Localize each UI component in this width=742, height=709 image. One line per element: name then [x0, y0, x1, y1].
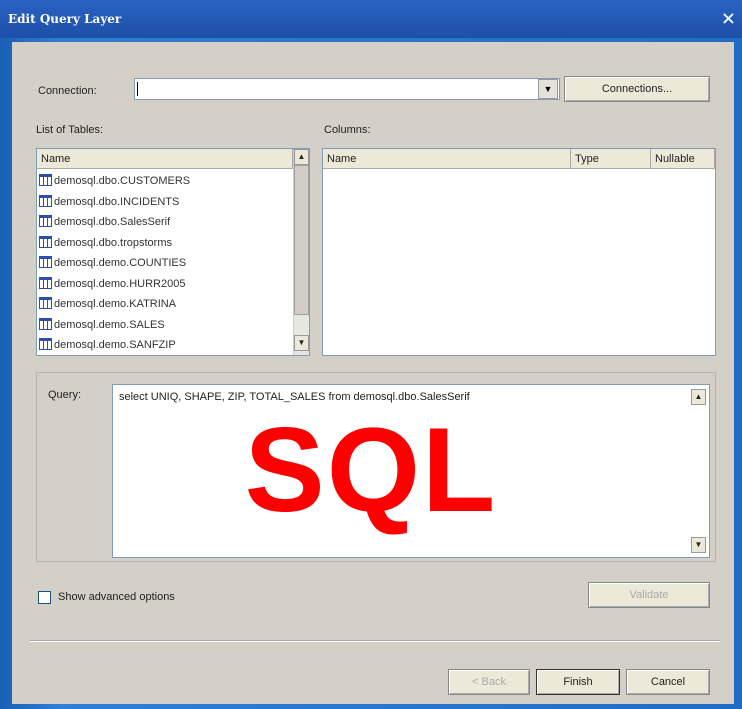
table-name: demosql.demo.HURR2005: [54, 277, 186, 290]
table-icon: [39, 297, 52, 309]
table-name: demosql.demo.SALES: [54, 318, 165, 331]
query-text: select UNIQ, SHAPE, ZIP, TOTAL_SALES fro…: [119, 391, 470, 403]
connections-button[interactable]: Connections...: [564, 76, 710, 102]
table-icon: [39, 338, 52, 350]
query-scroll-down-icon[interactable]: ▼: [691, 537, 706, 553]
query-scroll-up-icon[interactable]: ▲: [691, 389, 706, 405]
columns-name-header[interactable]: Name: [323, 149, 571, 169]
tables-scrollbar[interactable]: ▲ ▼: [293, 149, 309, 355]
table-list-item[interactable]: demosql.demo.COUNTIES: [39, 253, 186, 273]
table-list-item[interactable]: demosql.demo.KATRINA: [39, 294, 176, 314]
back-button[interactable]: < Back: [448, 669, 530, 695]
columns-type-header[interactable]: Type: [571, 149, 651, 169]
table-icon: [39, 276, 52, 289]
table-list-item[interactable]: demosql.demo.SALES: [39, 315, 165, 335]
tables-label: List of Tables:: [36, 124, 104, 136]
table-icon: [39, 194, 52, 207]
query-label: Query:: [48, 389, 82, 401]
table-list-item[interactable]: demosql.demo.SANFZIP: [39, 335, 176, 355]
table-name: demosql.demo.KATRINA: [54, 298, 177, 310]
columns-nullable-header[interactable]: Nullable: [651, 149, 715, 169]
footer-separator: [30, 640, 720, 642]
tables-name-header[interactable]: Name: [37, 149, 293, 169]
table-icon: [39, 256, 52, 268]
columns-label: Columns:: [324, 124, 371, 136]
sql-overlay-text: SQL: [244, 403, 498, 537]
table-name: demosql.demo.COUNTIES: [54, 257, 187, 269]
table-icon: [39, 317, 52, 330]
tables-list[interactable]: Name demosql.dbo.CUSTOMERS demosql.dbo.IN…: [36, 148, 310, 356]
table-name: demosql.dbo.SalesSerif: [54, 216, 171, 228]
table-name: demosql.dbo.tropstorms: [54, 236, 172, 249]
close-icon[interactable]: ×: [721, 8, 736, 29]
dialog-body: Connection: ▼ Connections... List of Tab…: [12, 42, 734, 704]
table-name: demosql.demo.SANFZIP: [54, 339, 176, 351]
validate-button[interactable]: Validate: [588, 582, 710, 608]
table-list-item[interactable]: demosql.dbo.SalesSerif: [39, 212, 170, 232]
connection-label: Connection:: [38, 85, 97, 97]
scroll-down-icon[interactable]: ▼: [294, 335, 309, 351]
window-title: Edit Query Layer: [8, 12, 122, 26]
text-caret: [137, 82, 138, 96]
finish-button[interactable]: Finish: [536, 669, 620, 695]
table-icon: [39, 215, 52, 227]
table-list-item[interactable]: demosql.dbo.CUSTOMERS: [39, 171, 190, 191]
advanced-options-checkbox[interactable]: [38, 591, 51, 604]
chevron-down-icon[interactable]: ▼: [538, 79, 558, 99]
table-icon: [39, 174, 52, 186]
scroll-thumb[interactable]: [294, 165, 309, 315]
cancel-button[interactable]: Cancel: [626, 669, 710, 695]
scroll-up-icon[interactable]: ▲: [294, 149, 309, 165]
table-list-item[interactable]: demosql.dbo.tropstorms: [39, 233, 172, 253]
columns-list[interactable]: Name Type Nullable: [322, 148, 716, 356]
title-bar: Edit Query Layer ×: [0, 0, 742, 38]
advanced-options-label: Show advanced options: [58, 591, 175, 603]
connection-dropdown[interactable]: ▼: [134, 78, 560, 100]
table-icon: [39, 235, 52, 248]
table-name: demosql.dbo.CUSTOMERS: [54, 175, 191, 187]
table-list-item[interactable]: demosql.demo.HURR2005: [39, 274, 185, 294]
table-list-item[interactable]: demosql.dbo.INCIDENTS: [39, 192, 179, 212]
table-name: demosql.dbo.INCIDENTS: [54, 195, 180, 208]
